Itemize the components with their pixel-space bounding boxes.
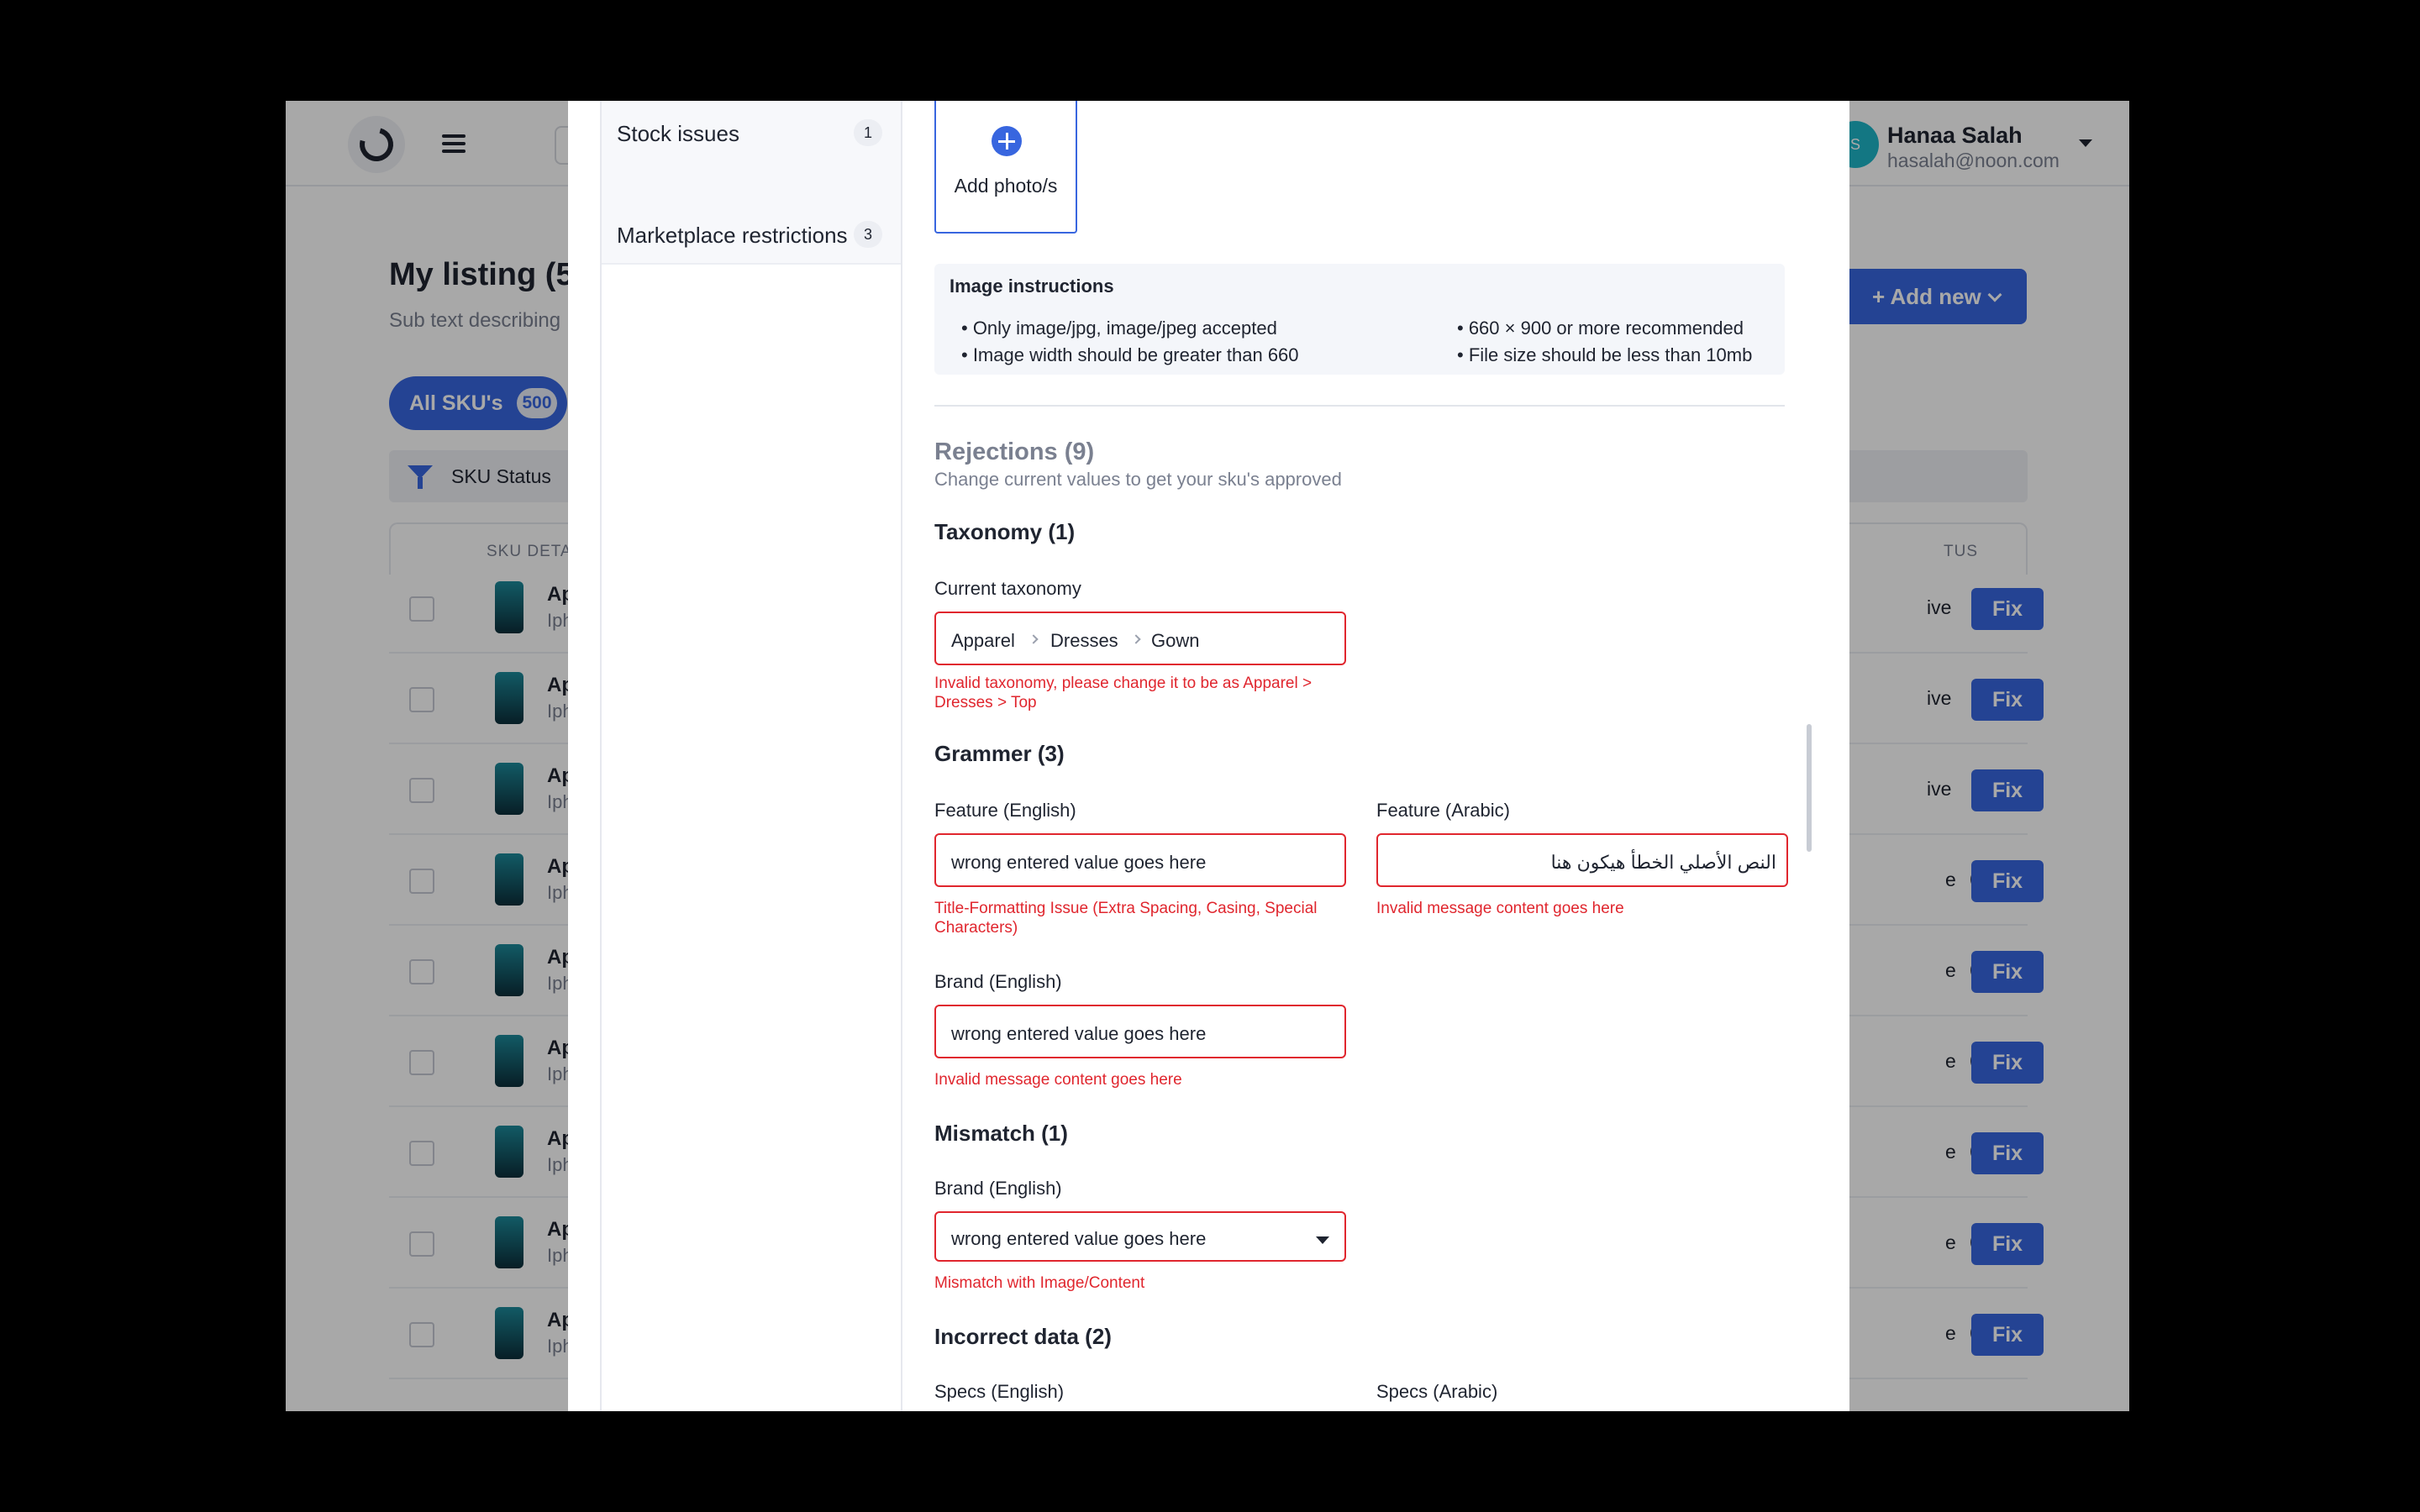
breadcrumb-item: Dresses [1050,630,1118,651]
add-photo-button[interactable]: Add photo/s [934,101,1077,234]
error-message: Invalid message content goes here [934,1071,1182,1089]
chevron-down-icon [1316,1236,1329,1244]
section-title-grammer: Grammer (3) [934,741,1065,766]
field-label: Brand (English) [934,971,1062,992]
screen: S Hanaa Salah hasalah@noon.com My listin… [0,0,2420,1512]
breadcrumb-item: Apparel [951,630,1015,651]
field-label: Feature (English) [934,800,1076,821]
plus-icon [992,126,1022,156]
section-title-taxonomy: Taxonomy (1) [934,519,1076,544]
divider [934,405,1785,407]
brand-english-select[interactable]: wrong entered value goes here [934,1211,1346,1262]
brand-english-input[interactable]: wrong entered value goes here [934,1005,1346,1058]
instruction-item: • Image width should be greater than 660 [961,344,1299,365]
instruction-item: • File size should be less than 10mb [1457,344,1753,365]
instructions-title: Image instructions [950,276,1114,297]
input-value: wrong entered value goes here [951,1023,1207,1044]
feature-english-input[interactable]: wrong entered value goes here [934,833,1346,887]
error-message: Title-Formatting Issue (Extra Spacing, C… [934,900,1318,937]
field-label: Brand (English) [934,1178,1062,1199]
modal-content: Add photo/s Image instructions • Only im… [568,101,1849,1411]
instruction-item: • 660 × 900 or more recommended [1457,318,1744,339]
rejections-subtitle: Change current values to get your sku's … [934,469,1342,490]
section-title-incorrect-data: Incorrect data (2) [934,1324,1112,1349]
field-label: Specs (Arabic) [1376,1381,1498,1402]
error-message: Invalid taxonomy, please change it to be… [934,675,1313,711]
section-title-mismatch: Mismatch (1) [934,1121,1068,1146]
breadcrumb-item: Gown [1151,630,1200,651]
chevron-right-icon [1028,634,1039,644]
feature-arabic-input[interactable]: النص الأصلي الخطأ هيكون هنا [1376,833,1788,887]
selected-value: wrong entered value goes here [951,1228,1207,1249]
image-instructions: Image instructions • Only image/jpg, ima… [934,264,1785,375]
fix-sku-modal: Stock issues 1 Marketplace restrictions … [568,101,1849,1411]
input-value: wrong entered value goes here [951,852,1207,873]
chevron-right-icon [1131,634,1141,644]
error-message: Mismatch with Image/Content [934,1274,1145,1292]
field-label: Feature (Arabic) [1376,800,1510,821]
instruction-item: • Only image/jpg, image/jpeg accepted [961,318,1277,339]
add-photo-label: Add photo/s [954,175,1058,197]
field-label: Specs (English) [934,1381,1065,1402]
taxonomy-field[interactable]: Apparel Dresses Gown [934,612,1346,665]
rejections-title: Rejections (9) [934,438,1095,465]
field-label: Current taxonomy [934,578,1081,599]
input-value: النص الأصلي الخطأ هيكون هنا [1550,852,1776,873]
error-message: Invalid message content goes here [1376,900,1624,917]
scrollbar[interactable] [1807,724,1812,852]
